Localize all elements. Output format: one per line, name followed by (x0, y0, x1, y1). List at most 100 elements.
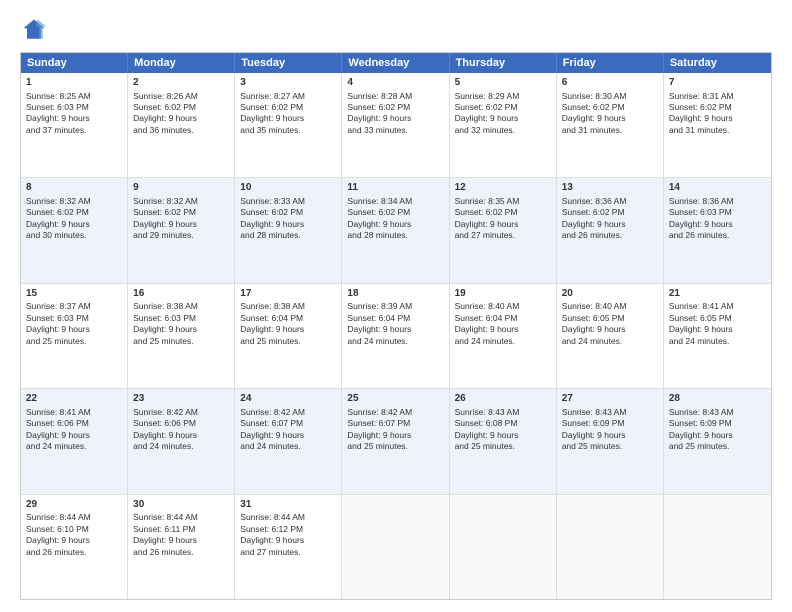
day-info-line: Sunset: 6:02 PM (133, 102, 229, 113)
day-info-line: Sunset: 6:05 PM (562, 313, 658, 324)
day-number: 18 (347, 287, 443, 301)
day-info-line: Daylight: 9 hours (455, 219, 551, 230)
day-cell-5: 5Sunrise: 8:29 AMSunset: 6:02 PMDaylight… (450, 73, 557, 177)
day-cell-22: 22Sunrise: 8:41 AMSunset: 6:06 PMDayligh… (21, 389, 128, 493)
day-info-line: Sunset: 6:06 PM (26, 418, 122, 429)
day-number: 19 (455, 287, 551, 301)
day-info-line: and 31 minutes. (562, 125, 658, 136)
day-info-line: Sunset: 6:02 PM (240, 102, 336, 113)
header-day-friday: Friday (557, 53, 664, 73)
day-cell-28: 28Sunrise: 8:43 AMSunset: 6:09 PMDayligh… (664, 389, 771, 493)
day-cell-14: 14Sunrise: 8:36 AMSunset: 6:03 PMDayligh… (664, 178, 771, 282)
calendar-week-5: 29Sunrise: 8:44 AMSunset: 6:10 PMDayligh… (21, 495, 771, 599)
day-number: 4 (347, 76, 443, 90)
day-info-line: and 25 minutes. (455, 441, 551, 452)
day-number: 21 (669, 287, 766, 301)
day-cell-15: 15Sunrise: 8:37 AMSunset: 6:03 PMDayligh… (21, 284, 128, 388)
day-number: 25 (347, 392, 443, 406)
day-info-line: Sunrise: 8:30 AM (562, 91, 658, 102)
day-info-line: Sunset: 6:11 PM (133, 524, 229, 535)
day-info-line: Sunset: 6:02 PM (240, 207, 336, 218)
day-number: 15 (26, 287, 122, 301)
day-info-line: Daylight: 9 hours (347, 430, 443, 441)
day-cell-30: 30Sunrise: 8:44 AMSunset: 6:11 PMDayligh… (128, 495, 235, 599)
day-number: 12 (455, 181, 551, 195)
day-info-line: Sunrise: 8:40 AM (455, 301, 551, 312)
day-info-line: Daylight: 9 hours (455, 430, 551, 441)
day-info-line: and 36 minutes. (133, 125, 229, 136)
day-info-line: and 25 minutes. (26, 336, 122, 347)
day-info-line: Daylight: 9 hours (669, 324, 766, 335)
day-info-line: Sunset: 6:07 PM (347, 418, 443, 429)
header-day-thursday: Thursday (450, 53, 557, 73)
day-number: 5 (455, 76, 551, 90)
day-number: 13 (562, 181, 658, 195)
day-info-line: Sunrise: 8:31 AM (669, 91, 766, 102)
day-info-line: Sunrise: 8:43 AM (455, 407, 551, 418)
day-info-line: Daylight: 9 hours (562, 219, 658, 230)
day-info-line: Sunrise: 8:37 AM (26, 301, 122, 312)
day-info-line: Sunrise: 8:41 AM (669, 301, 766, 312)
day-info-line: and 25 minutes. (133, 336, 229, 347)
day-info-line: and 26 minutes. (133, 547, 229, 558)
day-info-line: and 31 minutes. (669, 125, 766, 136)
day-cell-18: 18Sunrise: 8:39 AMSunset: 6:04 PMDayligh… (342, 284, 449, 388)
logo (20, 16, 52, 44)
day-cell-10: 10Sunrise: 8:33 AMSunset: 6:02 PMDayligh… (235, 178, 342, 282)
day-info-line: Daylight: 9 hours (26, 113, 122, 124)
day-info-line: Sunset: 6:06 PM (133, 418, 229, 429)
day-info-line: Sunset: 6:05 PM (669, 313, 766, 324)
day-info-line: Sunset: 6:08 PM (455, 418, 551, 429)
day-info-line: Sunrise: 8:29 AM (455, 91, 551, 102)
day-info-line: and 24 minutes. (240, 441, 336, 452)
day-info-line: Daylight: 9 hours (26, 535, 122, 546)
day-cell-2: 2Sunrise: 8:26 AMSunset: 6:02 PMDaylight… (128, 73, 235, 177)
day-number: 7 (669, 76, 766, 90)
day-info-line: Sunrise: 8:44 AM (240, 512, 336, 523)
day-info-line: and 25 minutes. (562, 441, 658, 452)
day-info-line: Sunset: 6:04 PM (455, 313, 551, 324)
day-info-line: Daylight: 9 hours (133, 113, 229, 124)
header-day-tuesday: Tuesday (235, 53, 342, 73)
day-info-line: and 32 minutes. (455, 125, 551, 136)
day-info-line: Daylight: 9 hours (347, 324, 443, 335)
day-number: 14 (669, 181, 766, 195)
day-info-line: Daylight: 9 hours (133, 219, 229, 230)
day-number: 17 (240, 287, 336, 301)
day-info-line: Sunrise: 8:43 AM (669, 407, 766, 418)
day-info-line: Sunset: 6:03 PM (26, 313, 122, 324)
header-day-sunday: Sunday (21, 53, 128, 73)
day-info-line: Sunrise: 8:34 AM (347, 196, 443, 207)
day-info-line: Daylight: 9 hours (240, 113, 336, 124)
day-info-line: Daylight: 9 hours (562, 113, 658, 124)
header-day-monday: Monday (128, 53, 235, 73)
day-info-line: Daylight: 9 hours (240, 219, 336, 230)
day-cell-4: 4Sunrise: 8:28 AMSunset: 6:02 PMDaylight… (342, 73, 449, 177)
day-info-line: Sunset: 6:10 PM (26, 524, 122, 535)
empty-cell (342, 495, 449, 599)
day-info-line: Sunrise: 8:32 AM (133, 196, 229, 207)
day-info-line: Sunrise: 8:35 AM (455, 196, 551, 207)
day-info-line: Sunset: 6:07 PM (240, 418, 336, 429)
day-number: 31 (240, 498, 336, 512)
day-info-line: Sunset: 6:03 PM (26, 102, 122, 113)
day-info-line: Daylight: 9 hours (133, 535, 229, 546)
day-info-line: and 25 minutes. (240, 336, 336, 347)
day-info-line: Sunrise: 8:32 AM (26, 196, 122, 207)
day-info-line: and 29 minutes. (133, 230, 229, 241)
day-number: 2 (133, 76, 229, 90)
day-info-line: and 26 minutes. (562, 230, 658, 241)
day-info-line: Sunrise: 8:36 AM (669, 196, 766, 207)
day-info-line: and 26 minutes. (669, 230, 766, 241)
day-info-line: Sunrise: 8:38 AM (240, 301, 336, 312)
page: SundayMondayTuesdayWednesdayThursdayFrid… (0, 0, 792, 612)
day-number: 24 (240, 392, 336, 406)
day-info-line: Sunset: 6:09 PM (669, 418, 766, 429)
calendar-week-2: 8Sunrise: 8:32 AMSunset: 6:02 PMDaylight… (21, 178, 771, 283)
empty-cell (450, 495, 557, 599)
day-info-line: and 24 minutes. (669, 336, 766, 347)
day-info-line: Sunset: 6:04 PM (240, 313, 336, 324)
day-info-line: Sunset: 6:03 PM (669, 207, 766, 218)
day-info-line: Sunrise: 8:26 AM (133, 91, 229, 102)
day-info-line: Daylight: 9 hours (240, 430, 336, 441)
